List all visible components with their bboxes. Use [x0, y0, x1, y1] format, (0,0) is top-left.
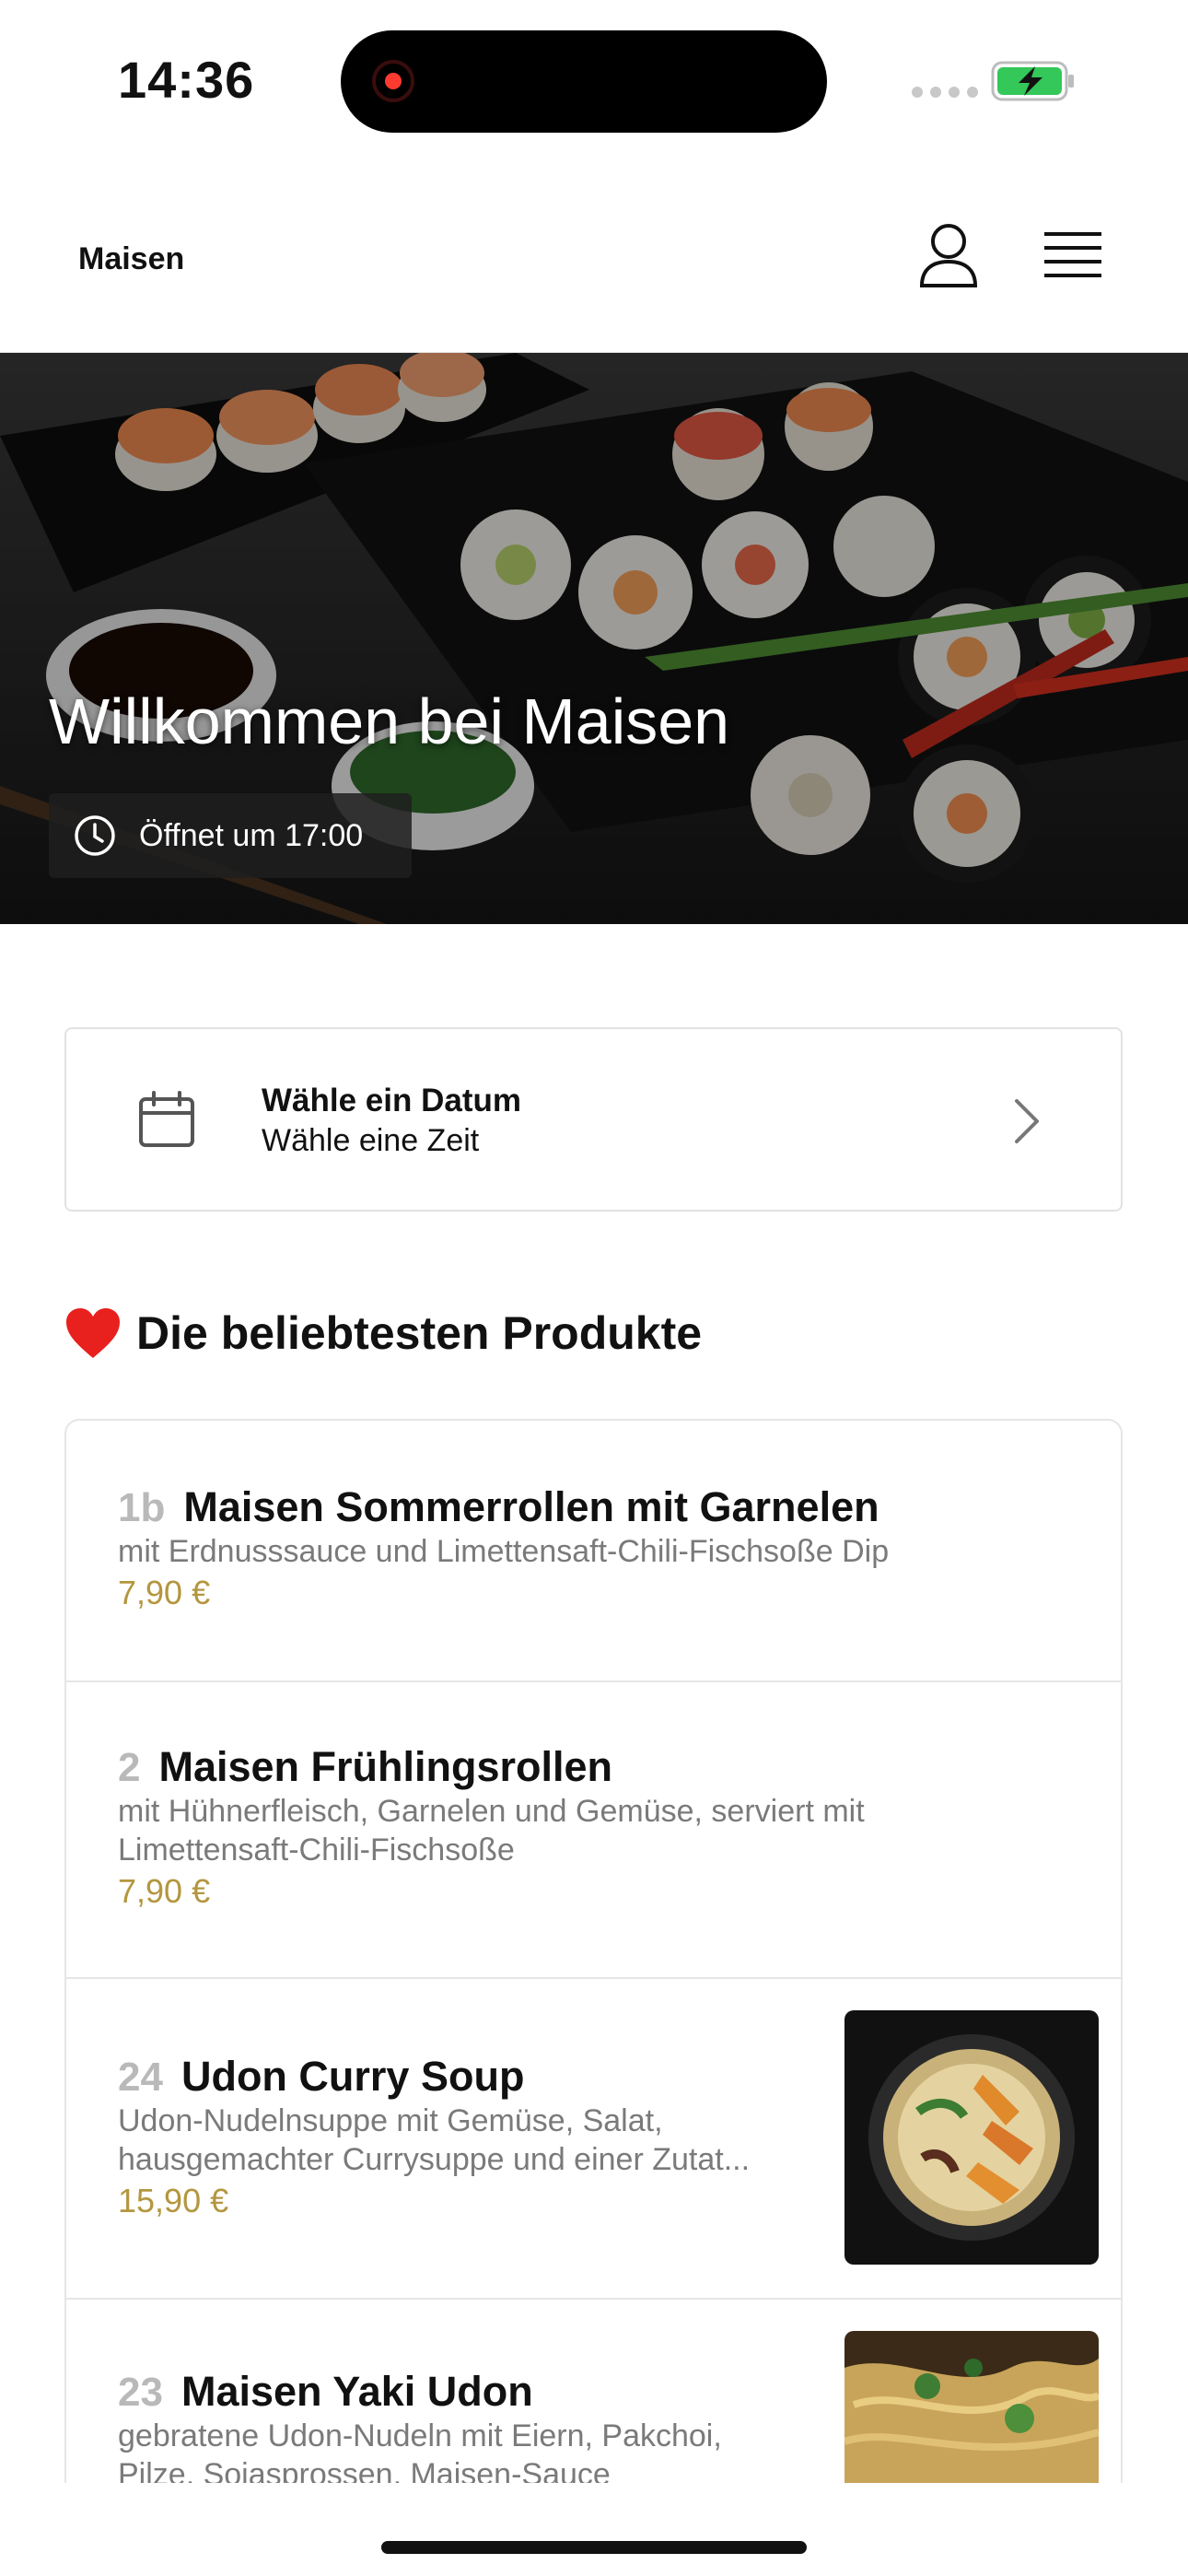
product-description-line2: hausgemachter Currysuppe und einer Zutat…: [118, 2142, 751, 2177]
opening-hours-badge: Öffnet um 17:00: [49, 793, 412, 878]
user-icon[interactable]: [916, 223, 981, 289]
top-nav: Maisen: [0, 157, 1188, 353]
battery-charging-icon: [991, 61, 1074, 101]
opening-hours-text: Öffnet um 17:00: [139, 817, 364, 853]
brand-name[interactable]: Maisen: [78, 241, 184, 277]
date-time-picker[interactable]: Wähle ein Datum Wähle eine Zeit: [64, 1027, 1123, 1212]
product-list: 1b Maisen Sommerrollen mit Garnelen mit E…: [64, 1419, 1123, 2483]
product-number: 24: [118, 2055, 163, 2100]
product-name: Udon Curry Soup: [181, 2053, 525, 2100]
product-name: Maisen Frühlingsrollen: [158, 1743, 613, 1790]
product-description-line2: Pilze, Sojasprossen, Maisen-Sauce: [118, 2457, 611, 2483]
product-header: 23 Maisen Yaki Udon: [118, 2368, 533, 2416]
signal-icon: [912, 87, 978, 98]
product-item[interactable]: 23 Maisen Yaki Udon gebratene Udon-Nudeln…: [66, 2300, 1121, 2483]
heart-icon: [66, 1308, 120, 1358]
product-price: 7,90 €: [118, 1872, 211, 1910]
product-name: Maisen Yaki Udon: [181, 2368, 533, 2415]
home-indicator[interactable]: [381, 2541, 807, 2554]
chevron-right-icon: [1015, 1099, 1039, 1143]
product-header: 2 Maisen Frühlingsrollen: [118, 1743, 612, 1791]
product-description: mit Hühnerfleisch, Garnelen und Gemüse, …: [118, 1794, 865, 1829]
section-title-text: Die beliebtesten Produkte: [136, 1307, 703, 1359]
product-item[interactable]: 1b Maisen Sommerrollen mit Garnelen mit E…: [66, 1421, 1121, 1682]
time-picker-subtitle: Wähle eine Zeit: [262, 1123, 480, 1158]
product-number: 23: [118, 2370, 163, 2415]
product-number: 2: [118, 1745, 141, 1790]
dynamic-island: [341, 30, 827, 133]
date-picker-title: Wähle ein Datum: [262, 1083, 521, 1118]
yaki-udon-image: [844, 2331, 1099, 2483]
udon-curry-soup-image: [844, 2010, 1099, 2265]
product-description: Udon-Nudelnsuppe mit Gemüse, Salat,: [118, 2103, 663, 2138]
calendar-icon: [139, 1091, 194, 1147]
hero-title: Willkommen bei Maisen: [49, 685, 730, 757]
product-description: gebratene Udon-Nudeln mit Eiern, Pakchoi…: [118, 2418, 722, 2453]
hero-banner: Willkommen bei Maisen Öffnet um 17:00: [0, 353, 1188, 924]
clock-icon: [75, 815, 115, 856]
record-icon: [372, 60, 414, 102]
product-price: 7,90 €: [118, 1574, 211, 1611]
product-item[interactable]: 24 Udon Curry Soup Udon-Nudelnsuppe mit G…: [66, 1979, 1121, 2300]
product-description: mit Erdnusssauce und Limettensaft-Chili-…: [118, 1534, 890, 1569]
product-price: 15,90 €: [118, 2182, 229, 2219]
status-time: 14:36: [118, 51, 255, 109]
product-item[interactable]: 2 Maisen Frühlingsrollen mit Hühnerfleisc…: [66, 1682, 1121, 1979]
product-header: 1b Maisen Sommerrollen mit Garnelen: [118, 1483, 879, 1531]
product-number: 1b: [118, 1485, 166, 1530]
menu-icon[interactable]: [1041, 228, 1105, 284]
section-title: Die beliebtesten Produkte: [64, 1306, 702, 1360]
status-bar: 14:36: [0, 0, 1188, 157]
product-header: 24 Udon Curry Soup: [118, 2053, 524, 2101]
product-name: Maisen Sommerrollen mit Garnelen: [183, 1483, 879, 1530]
product-description-line2: Limettensaft-Chili-Fischsoße: [118, 1832, 515, 1868]
